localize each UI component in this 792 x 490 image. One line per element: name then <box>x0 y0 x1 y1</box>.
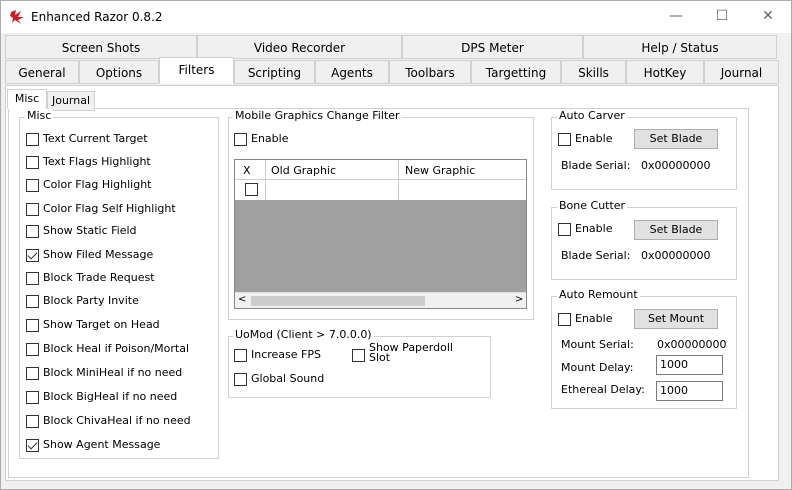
tab-screen-shots[interactable]: Screen Shots <box>5 35 197 59</box>
maximize-button[interactable]: ☐ <box>699 1 745 31</box>
mobile-graphics-title: Mobile Graphics Change Filter <box>233 109 402 122</box>
misc-checkbox-label: Block Heal if Poison/Mortal <box>43 342 190 355</box>
misc-checkbox[interactable] <box>26 319 39 332</box>
minimize-button[interactable]: — <box>653 1 699 31</box>
misc-checkbox-label: Show Filed Message <box>43 248 154 261</box>
show-paperdoll-label: Show Paperdoll Slot <box>369 341 453 364</box>
tab-scripting[interactable]: Scripting <box>234 60 315 84</box>
misc-group-title: Misc <box>25 109 54 122</box>
scroll-left-icon[interactable]: < <box>238 294 246 305</box>
window-title: Enhanced Razor 0.8.2 <box>31 10 163 24</box>
misc-checkbox-label: Text Current Target <box>43 132 148 145</box>
misc-checkbox[interactable] <box>26 415 39 428</box>
auto-carver-title: Auto Carver <box>557 109 627 122</box>
mount-delay-input[interactable]: 1000 <box>656 355 723 375</box>
mount-serial-value: 0x00000000 <box>657 338 727 351</box>
col-new-graphic-header[interactable]: New Graphic <box>405 164 475 177</box>
mount-serial-label: Mount Serial: <box>561 338 634 351</box>
razor-logo-icon <box>10 10 24 24</box>
misc-checkbox-label: Block BigHeal if no need <box>43 390 178 403</box>
misc-checkbox-label: Text Flags Highlight <box>43 155 151 168</box>
misc-checkbox-label: Show Agent Message <box>43 438 161 451</box>
ethereal-delay-input[interactable]: 1000 <box>656 381 723 401</box>
scroll-right-icon[interactable]: > <box>515 294 523 305</box>
misc-checkbox[interactable] <box>26 179 39 192</box>
misc-checkbox[interactable] <box>26 295 39 308</box>
auto-carver-group <box>551 117 737 190</box>
tab-help-status[interactable]: Help / Status <box>583 35 777 59</box>
title-bar: Enhanced Razor 0.8.2 — ☐ ✕ <box>1 1 791 33</box>
misc-checkbox[interactable] <box>26 391 39 404</box>
mobile-enable-checkbox[interactable] <box>234 133 247 146</box>
auto-remount-title: Auto Remount <box>557 288 640 301</box>
misc-checkbox[interactable] <box>26 133 39 146</box>
mount-delay-label: Mount Delay: <box>561 361 634 374</box>
tab-skills[interactable]: Skills <box>561 60 626 84</box>
misc-checkbox[interactable] <box>26 225 39 238</box>
tab-options[interactable]: Options <box>79 60 159 84</box>
carver-serial-label: Blade Serial: <box>561 159 631 172</box>
tab-journal[interactable]: Journal <box>704 60 779 84</box>
misc-checkbox-label: Block Party Invite <box>43 294 139 307</box>
tab-agents[interactable]: Agents <box>315 60 389 84</box>
tab-dps-meter[interactable]: DPS Meter <box>402 35 583 59</box>
misc-checkbox[interactable] <box>26 272 39 285</box>
bone-cutter-enable-checkbox[interactable] <box>558 223 571 236</box>
subtab-misc[interactable]: Misc <box>7 89 47 109</box>
scroll-thumb[interactable] <box>251 296 425 306</box>
misc-checkbox[interactable] <box>26 343 39 356</box>
auto-remount-enable-checkbox[interactable] <box>558 313 571 326</box>
bone-cutter-title: Bone Cutter <box>557 199 628 212</box>
carver-serial-value: 0x00000000 <box>641 159 711 172</box>
set-mount-button[interactable]: Set Mount <box>634 309 718 329</box>
show-paperdoll-checkbox[interactable] <box>352 349 365 362</box>
misc-group <box>19 117 219 459</box>
bone-cutter-group <box>551 207 737 280</box>
misc-checkbox[interactable] <box>26 367 39 380</box>
cutter-serial-value: 0x00000000 <box>641 249 711 262</box>
misc-checkbox-label: Color Flag Self Highlight <box>43 202 176 215</box>
tab-targetting[interactable]: Targetting <box>471 60 561 84</box>
misc-checkbox[interactable] <box>26 249 39 262</box>
global-sound-label: Global Sound <box>251 372 325 385</box>
close-button[interactable]: ✕ <box>745 1 791 31</box>
grid-horizontal-scrollbar[interactable]: < > <box>235 292 526 308</box>
app-window: Enhanced Razor 0.8.2 — ☐ ✕ Screen Shots … <box>0 0 792 490</box>
misc-checkbox-label: Block MiniHeal if no need <box>43 366 183 379</box>
grid-row-checkbox[interactable] <box>245 183 258 196</box>
subtab-journal[interactable]: Journal <box>47 91 95 111</box>
bone-cutter-enable-label: Enable <box>575 222 613 235</box>
tab-general[interactable]: General <box>5 60 79 84</box>
tab-filters[interactable]: Filters <box>159 57 234 84</box>
misc-checkbox-label: Block ChivaHeal if no need <box>43 414 191 427</box>
misc-checkbox-label: Color Flag Highlight <box>43 178 152 191</box>
col-x-header[interactable]: X <box>243 164 251 177</box>
set-blade-button-carver[interactable]: Set Blade <box>634 129 718 149</box>
misc-checkbox[interactable] <box>26 156 39 169</box>
increase-fps-checkbox[interactable] <box>234 349 247 362</box>
uomod-title: UoMod (Client > 7.0.0.0) <box>233 328 374 341</box>
tab-toolbars[interactable]: Toolbars <box>389 60 471 84</box>
auto-carver-enable-checkbox[interactable] <box>558 133 571 146</box>
cutter-serial-label: Blade Serial: <box>561 249 631 262</box>
auto-carver-enable-label: Enable <box>575 132 613 145</box>
misc-checkbox[interactable] <box>26 439 39 452</box>
misc-checkbox-label: Show Static Field <box>43 224 137 237</box>
mobile-enable-label: Enable <box>251 132 289 145</box>
col-old-graphic-header[interactable]: Old Graphic <box>271 164 336 177</box>
misc-checkbox[interactable] <box>26 203 39 216</box>
misc-checkbox-label: Show Target on Head <box>43 318 160 331</box>
grid-header: X Old Graphic New Graphic <box>235 160 526 180</box>
set-blade-button-cutter[interactable]: Set Blade <box>634 220 718 240</box>
auto-remount-enable-label: Enable <box>575 312 613 325</box>
global-sound-checkbox[interactable] <box>234 373 247 386</box>
increase-fps-label: Increase FPS <box>251 348 321 361</box>
graphics-grid[interactable]: X Old Graphic New Graphic < > <box>234 159 527 309</box>
tab-hotkey[interactable]: HotKey <box>626 60 704 84</box>
grid-new-row[interactable] <box>235 180 526 200</box>
ethereal-delay-label: Ethereal Delay: <box>561 383 645 396</box>
tab-video-recorder[interactable]: Video Recorder <box>197 35 402 59</box>
misc-checkbox-label: Block Trade Request <box>43 271 155 284</box>
